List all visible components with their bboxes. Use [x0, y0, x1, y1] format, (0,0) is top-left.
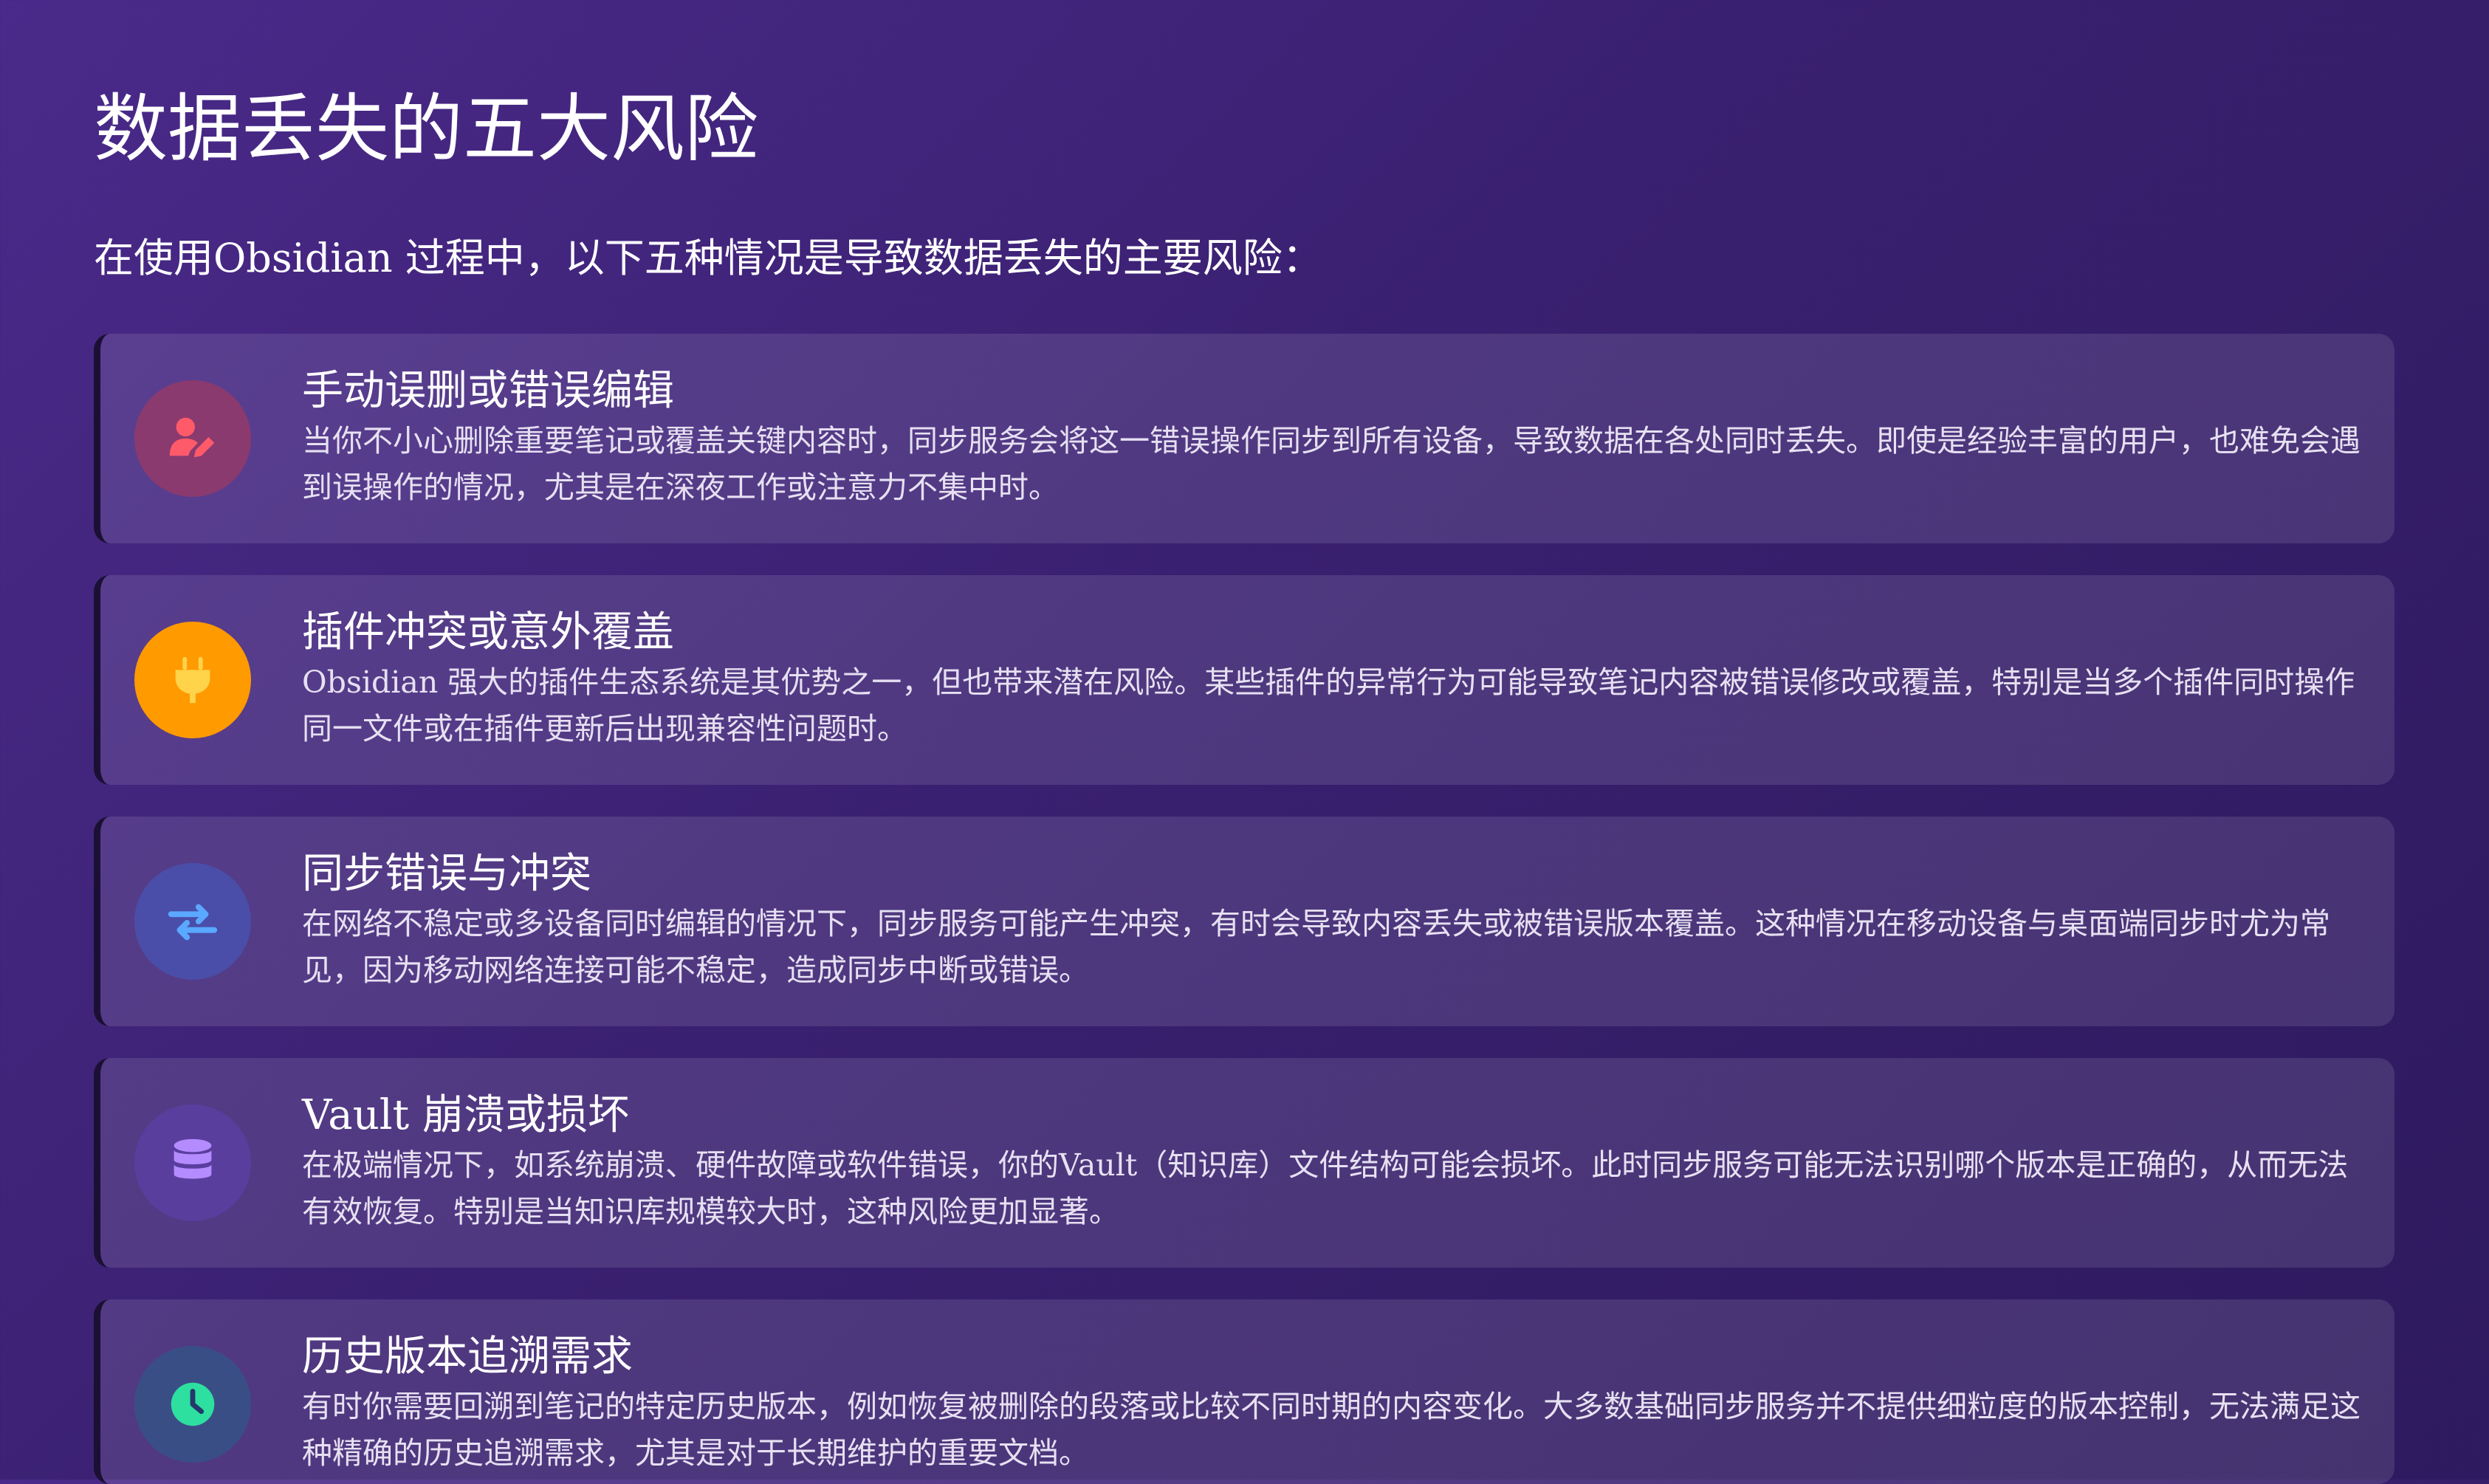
risk-title: 插件冲突或意外覆盖	[302, 608, 674, 656]
clock-icon	[134, 1346, 251, 1463]
risk-title: 同步错误与冲突	[302, 850, 591, 898]
risk-description: Obsidian 强大的插件生态系统是其优势之一，但也带来潜在风险。某些插件的异…	[302, 664, 2355, 746]
risk-card-manual-delete: 手动误删或错误编辑 当你不小心删除重要笔记或覆盖关键内容时，同步服务会将这一错误…	[94, 334, 2394, 543]
database-icon	[134, 1105, 251, 1221]
risk-card-version-history: 历史版本追溯需求 有时你需要回溯到笔记的特定历史版本，例如恢复被删除的段落或比较…	[94, 1299, 2394, 1484]
page-title: 数据丢失的五大风险	[94, 86, 758, 172]
risk-title: Vault 崩溃或损坏	[302, 1091, 629, 1139]
page-subtitle: 在使用Obsidian 过程中，以下五种情况是导致数据丢失的主要风险：	[94, 235, 1322, 281]
risk-title: 手动误删或错误编辑	[302, 367, 674, 415]
risk-card-sync-error: 同步错误与冲突 在网络不稳定或多设备同时编辑的情况下，同步服务可能产生冲突，有时…	[94, 817, 2394, 1026]
risk-card-vault-crash: Vault 崩溃或损坏 在极端情况下，如系统崩溃、硬件故障或软件错误，你的Vau…	[94, 1058, 2394, 1268]
risk-title: 历史版本追溯需求	[302, 1333, 633, 1381]
risk-card-plugin-conflict: 插件冲突或意外覆盖 Obsidian 强大的插件生态系统是其优势之一，但也带来潜…	[94, 575, 2394, 785]
risk-description: 有时你需要回溯到笔记的特定历史版本，例如恢复被删除的段落或比较不同时期的内容变化…	[302, 1389, 2361, 1471]
plug-icon	[134, 622, 251, 738]
risk-description: 在极端情况下，如系统崩溃、硬件故障或软件错误，你的Vault（知识库）文件结构可…	[302, 1147, 2349, 1229]
sync-arrows-icon	[134, 863, 251, 980]
risk-description: 当你不小心删除重要笔记或覆盖关键内容时，同步服务会将这一错误操作同步到所有设备，…	[302, 423, 2361, 505]
risk-description: 在网络不稳定或多设备同时编辑的情况下，同步服务可能产生冲突，有时会导致内容丢失或…	[302, 906, 2330, 988]
user-edit-icon	[134, 380, 251, 497]
